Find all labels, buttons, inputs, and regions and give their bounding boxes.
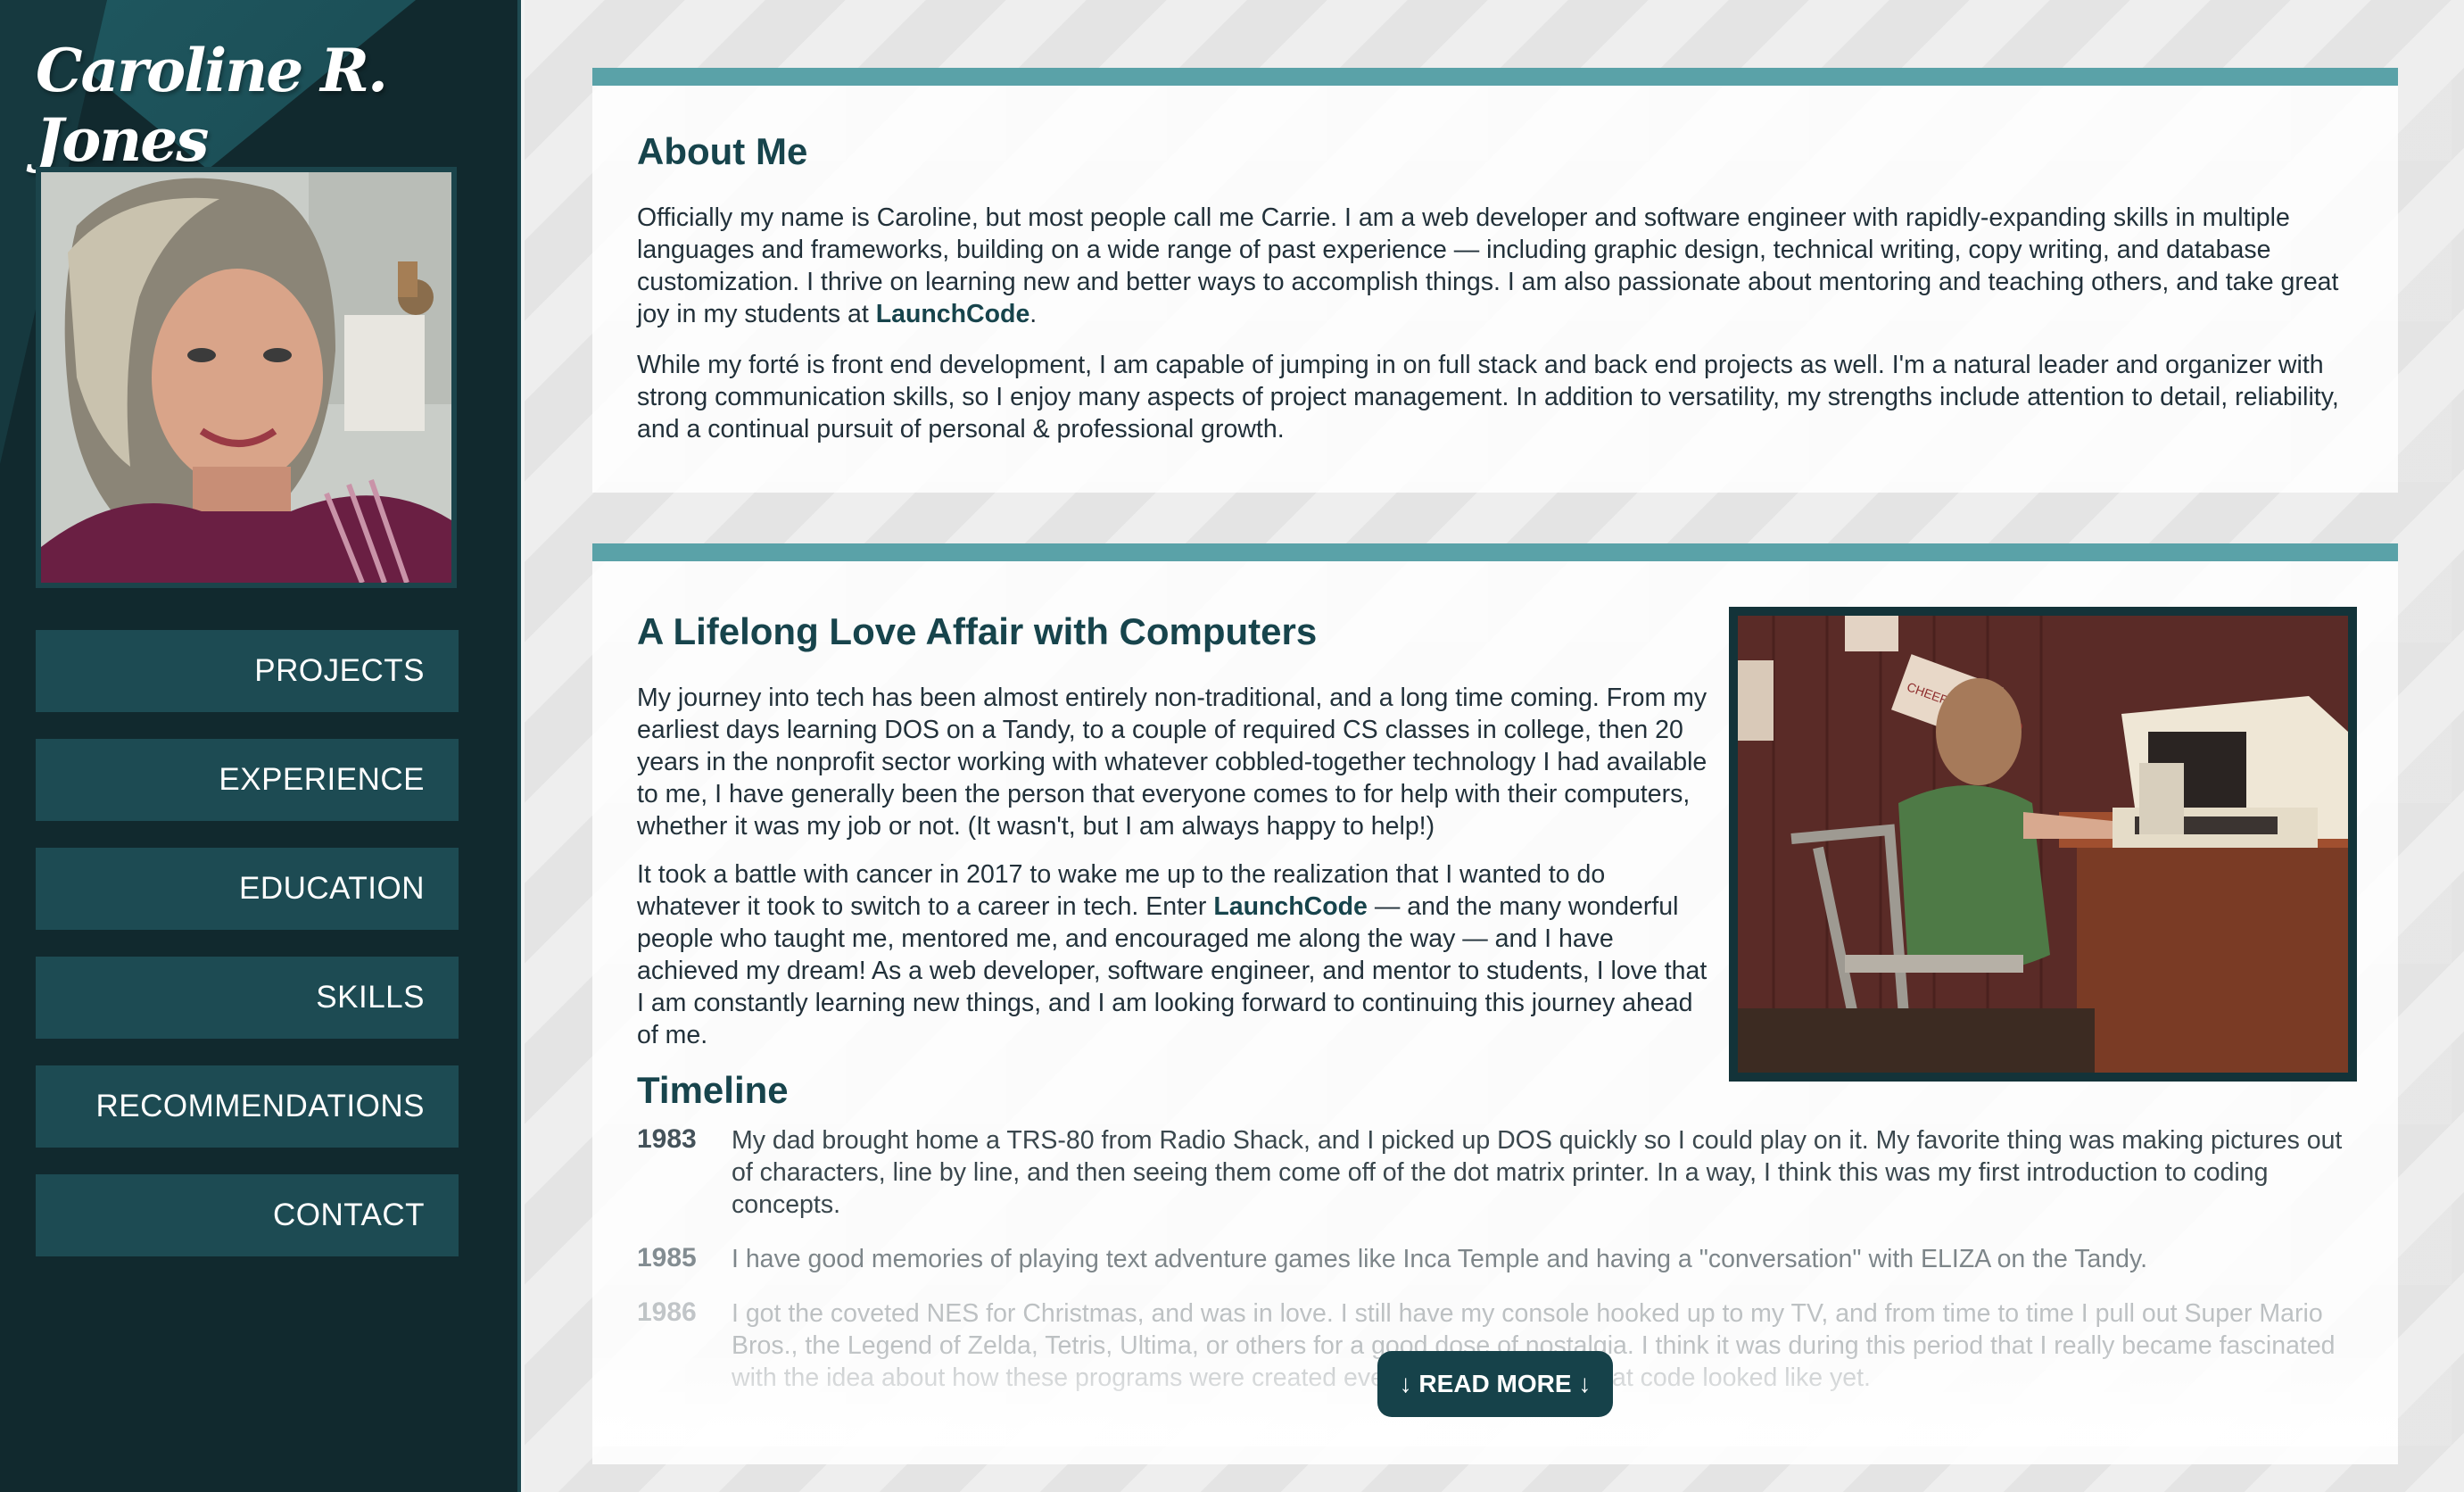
timeline-text: My dad brought home a TRS-80 from Radio … [732,1126,2343,1219]
childhood-computer-photo: CHEER UP BE DEAD [1738,616,2348,1073]
about-section: About Me Officially my name is Caroline,… [592,68,2398,493]
main-nav: PROJECTS EXPERIENCE EDUCATION SKILLS REC… [36,630,459,1283]
profile-photo-frame [36,167,457,588]
timeline-item: 1985 I have good memories of playing tex… [637,1243,2359,1275]
childhood-photo-illustration: CHEER UP BE DEAD [1738,616,2348,1073]
timeline-year: 1985 [637,1243,697,1272]
profile-photo [41,172,451,583]
timeline-item: 1983 My dad brought home a TRS-80 from R… [637,1124,2359,1221]
story-heading: A Lifelong Love Affair with Computers [637,610,1318,652]
nav-contact[interactable]: CONTACT [36,1174,459,1256]
launchcode-link-2[interactable]: LaunchCode [1213,892,1368,921]
childhood-photo-frame: CHEER UP BE DEAD [1729,607,2357,1082]
read-more-button[interactable]: ↓ READ MORE ↓ [1377,1351,1613,1417]
site-title[interactable]: Caroline R. Jones [36,36,482,175]
nav-education[interactable]: EDUCATION [36,848,459,930]
about-paragraph-1: Officially my name is Caroline, but most… [637,202,2368,330]
sidebar: Caroline R. Jones PROJECTS EXPERIENCE ED… [0,0,521,1492]
about-heading: About Me [637,130,808,172]
nav-projects[interactable]: PROJECTS [36,630,459,712]
story-paragraph-1: My journey into tech has been almost ent… [637,684,1707,841]
story-paragraph-2: It took a battle with cancer in 2017 to … [637,858,1707,1051]
timeline-heading: Timeline [637,1069,789,1111]
nav-experience[interactable]: EXPERIENCE [36,739,459,821]
timeline-text: I have good memories of playing text adv… [732,1245,2148,1273]
timeline-year: 1983 [637,1124,697,1154]
about-paragraph-1-end: . [1029,300,1038,328]
profile-photo-illustration [41,172,451,583]
nav-skills[interactable]: SKILLS [36,957,459,1039]
launchcode-link[interactable]: LaunchCode [876,300,1030,328]
story-section: A Lifelong Love Affair with Computers My… [592,543,2398,1464]
about-paragraph-2: While my forté is front end development,… [637,351,2339,443]
nav-recommendations[interactable]: RECOMMENDATIONS [36,1065,459,1148]
